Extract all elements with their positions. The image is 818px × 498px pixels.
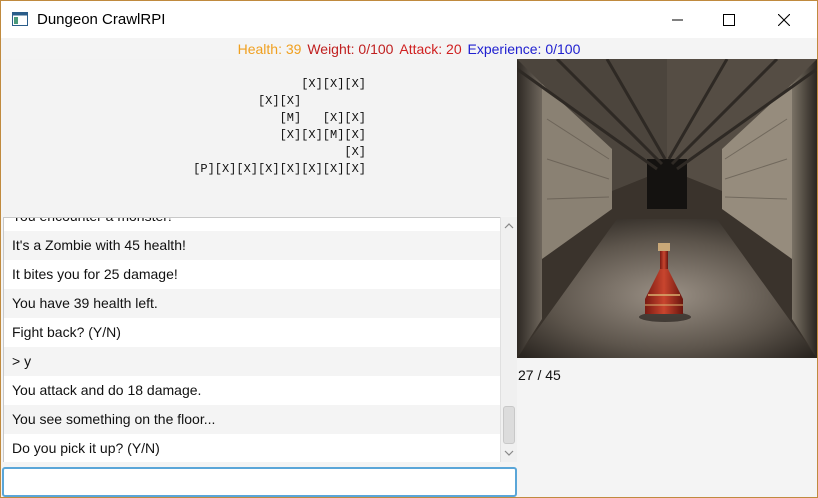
close-icon [778, 14, 790, 26]
maximize-icon [723, 14, 735, 26]
maximize-button[interactable] [706, 1, 752, 38]
title-bar[interactable]: Dungeon CrawlRPI [1, 1, 817, 38]
log-line: Fight back? (Y/N) [4, 318, 501, 347]
log-line: You encounter a monster! [4, 218, 501, 231]
game-window: Dungeon CrawlRPI Health: 39 Weight: 0/10… [0, 0, 818, 498]
close-button[interactable] [761, 1, 807, 38]
log-line: You see something on the floor... [4, 405, 501, 434]
log-line: > y [4, 347, 501, 376]
log-line: It's a Zombie with 45 health! [4, 231, 501, 260]
scroll-down-icon[interactable] [504, 448, 514, 458]
message-list: You encounter a monster!It's a Zombie wi… [4, 218, 501, 462]
minimize-icon [672, 19, 683, 21]
scene-counter: 27 / 45 [518, 367, 561, 383]
app-window-icon [12, 12, 28, 26]
log-line: It bites you for 25 damage! [4, 260, 501, 289]
map-grid: [X][X][X] [X][X] [M] [X][X] [X][X][M][X]… [193, 77, 366, 176]
scroll-thumb[interactable] [503, 406, 515, 444]
log-line: You have 39 health left. [4, 289, 501, 318]
stats-bar: Health: 39 Weight: 0/100 Attack: 20 Expe… [1, 39, 817, 59]
weight-stat: Weight: 0/100 [307, 41, 394, 57]
log-line: Do you pick it up? (Y/N) [4, 434, 501, 462]
window-title: Dungeon CrawlRPI [37, 11, 166, 28]
scroll-up-icon[interactable] [504, 221, 514, 231]
log-line: You attack and do 18 damage. [4, 376, 501, 405]
log-scrollbar[interactable] [500, 217, 517, 462]
health-stat: Health: 39 [237, 41, 302, 57]
dungeon-scene-image [517, 59, 817, 358]
command-input[interactable] [2, 467, 517, 497]
minimize-button[interactable] [655, 1, 701, 38]
message-log[interactable]: You encounter a monster!It's a Zombie wi… [3, 217, 501, 462]
dungeon-map: [X][X][X] [X][X] [M] [X][X] [X][X][M][X]… [3, 59, 516, 216]
experience-stat: Experience: 0/100 [467, 41, 581, 57]
attack-stat: Attack: 20 [399, 41, 462, 57]
